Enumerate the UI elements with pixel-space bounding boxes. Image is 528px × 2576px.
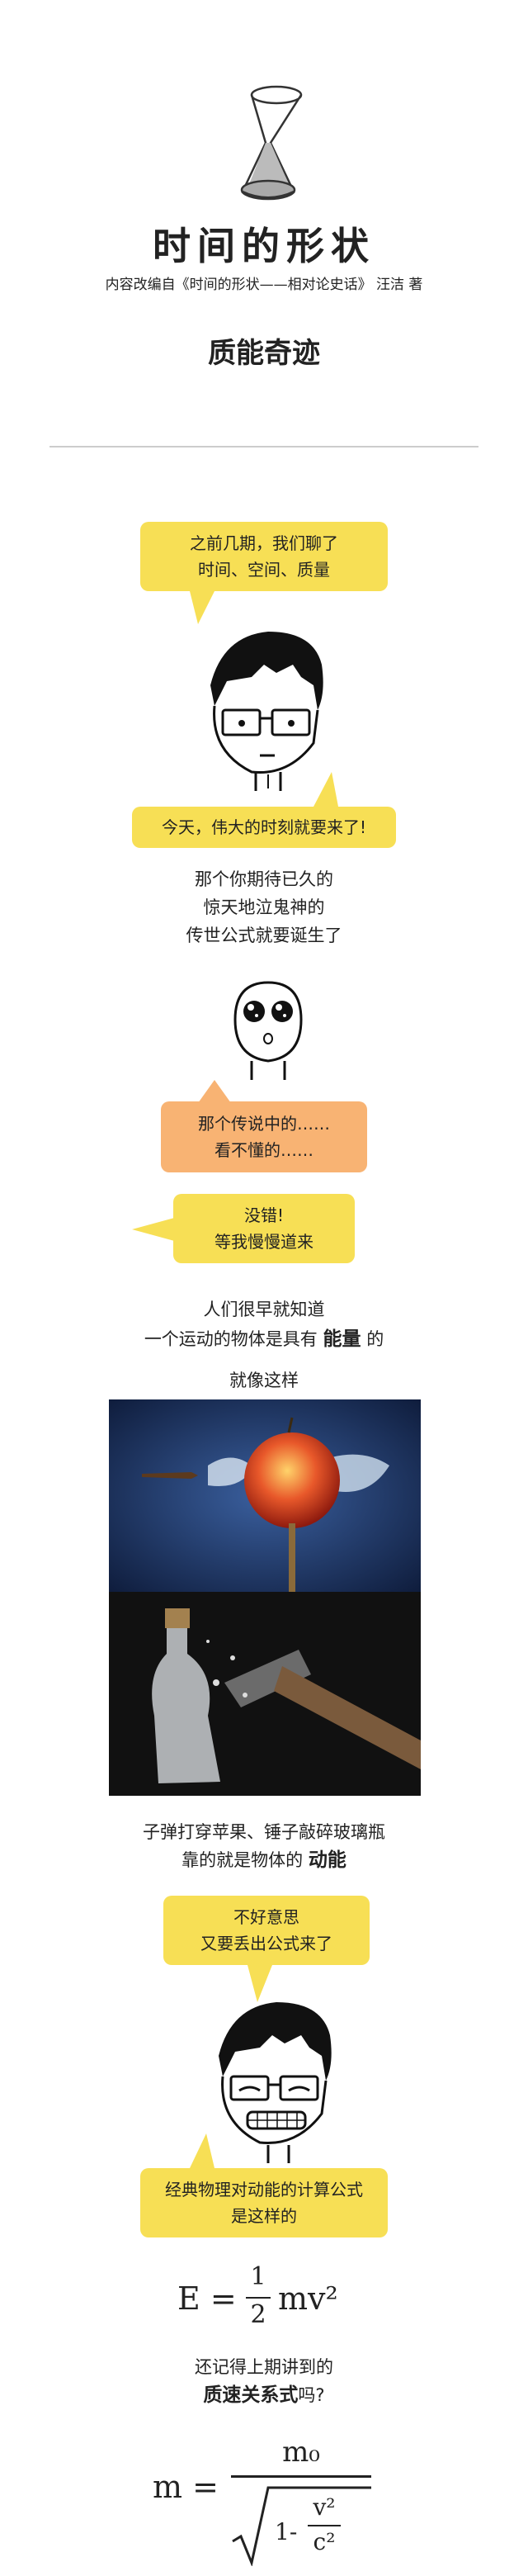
hammer-bottle-photo	[109, 1592, 421, 1796]
page-title: 时间的形状	[153, 224, 375, 268]
chapter-title: 质能奇迹	[208, 337, 320, 370]
character-excited-face	[233, 981, 303, 1080]
character-glasses-man	[210, 632, 323, 791]
divider	[50, 446, 478, 447]
bullet-apple-photo	[109, 1399, 421, 1592]
speech-bubble-right: 没错! 等我慢慢道来	[173, 1194, 355, 1263]
speech-bubble-intro: 之前几期，我们聊了 时间、空间、质量	[140, 522, 388, 591]
paragraph-energy: 人们很早就知道 一个运动的物体是具有 能量 的 就像这样	[144, 1300, 384, 1390]
credit-line: 内容改编自《时间的形状——相对论史话》 汪洁 著	[105, 277, 423, 293]
speech-bubble-today: 今天，伟大的时刻就要来了!	[132, 807, 396, 848]
speech-bubble-legend: 那个传说中的…… 看不懂的……	[161, 1101, 367, 1172]
kinetic-energy-formula: E = 1 2 mv²	[177, 2262, 338, 2329]
paragraph-anticipation: 那个你期待已久的 惊天地泣鬼神的 传世公式就要诞生了	[186, 869, 342, 945]
hourglass-icon	[240, 85, 303, 201]
mass-velocity-formula: m = m₀ 1- v² c²	[153, 2436, 375, 2572]
speech-bubble-classical: 经典物理对动能的计算公式 是这样的	[140, 2168, 388, 2237]
paragraph-recall: 还记得上期讲到的 质速关系式吗?	[195, 2357, 333, 2406]
speech-bubble-formula-warning: 不好意思 又要丢出公式来了	[163, 1896, 370, 1965]
paragraph-kinetic: 子弹打穿苹果、锤子敲碎玻璃瓶 靠的就是物体的 动能	[143, 1822, 385, 1871]
